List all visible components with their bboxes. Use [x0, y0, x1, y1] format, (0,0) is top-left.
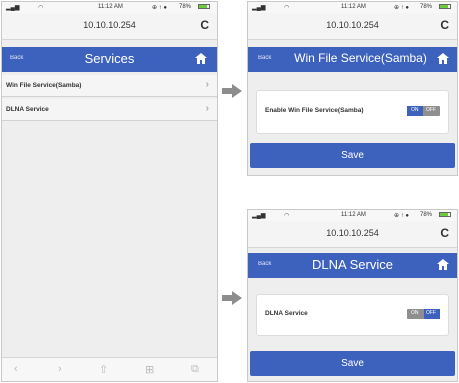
list-item-dlna[interactable]: DLNA Service ›: [2, 99, 217, 121]
services-phone: ▂▄▆ ◠ 11:12 AM ⊕ ↑ ● 78% 10.10.10.254 C …: [1, 1, 218, 382]
nav-bar: Back Win File Service(Samba): [248, 47, 457, 72]
status-time: 11:12 AM: [341, 212, 366, 218]
save-button[interactable]: Save: [250, 351, 455, 376]
chevron-right-icon: ›: [205, 103, 209, 114]
samba-toggle[interactable]: ON OFF: [407, 106, 440, 116]
share-icon[interactable]: ⇧: [99, 363, 108, 376]
battery-icon: [198, 4, 210, 9]
reload-icon[interactable]: C: [440, 226, 449, 240]
wifi-icon: ◠: [284, 213, 290, 219]
signal-icon: ▂▄▆: [252, 5, 266, 11]
toggle-on-segment: ON: [407, 309, 423, 319]
tabs-icon[interactable]: ⧉: [191, 363, 199, 376]
setting-card: Enable Win File Service(Samba) ON OFF: [256, 90, 449, 134]
battery-percent: 78%: [179, 4, 192, 10]
browser-toolbar: ‹ › ⇧ ⊞ ⧉: [2, 357, 217, 381]
url-text[interactable]: 10.10.10.254: [248, 228, 457, 238]
toggle-on-segment: ON: [407, 106, 423, 116]
signal-icon: ▂▄▆: [6, 5, 20, 11]
samba-phone: ▂▄▆ ◠ 11:12 AM ⊕ ↑ ● 78% 10.10.10.254 C …: [247, 1, 458, 176]
status-bar: ▂▄▆ ◠ 11:12 AM ⊕ ↑ ● 78%: [2, 2, 217, 13]
list-item-label: DLNA Service: [6, 106, 49, 113]
toggle-off-segment: OFF: [424, 106, 440, 116]
address-bar[interactable]: 10.10.10.254 C: [248, 13, 457, 40]
address-bar[interactable]: 10.10.10.254 C: [248, 221, 457, 248]
battery-icon: [439, 4, 451, 9]
toggle-off-label: OFF: [426, 310, 436, 316]
status-bar: ▂▄▆ ◠ 11:12 AM ⊕ ↑ ● 78%: [248, 210, 457, 221]
status-time: 11:12 AM: [341, 4, 366, 10]
status-bar: ▂▄▆ ◠ 11:12 AM ⊕ ↑ ● 78%: [248, 2, 457, 13]
reload-icon[interactable]: C: [440, 18, 449, 32]
list-item-samba[interactable]: Win File Service(Samba) ›: [2, 75, 217, 97]
setting-label: Enable Win File Service(Samba): [265, 107, 364, 114]
battery-percent: 78%: [420, 4, 433, 10]
signal-icon: ▂▄▆: [252, 213, 266, 219]
home-icon[interactable]: [437, 53, 449, 64]
arrow-right-icon: [222, 84, 242, 98]
setting-card: DLNA Service ON OFF: [256, 294, 449, 336]
url-text[interactable]: 10.10.10.254: [248, 20, 457, 30]
status-time: 11:12 AM: [98, 4, 123, 10]
page-title: DLNA Service: [312, 257, 393, 272]
toggle-on-label: ON: [411, 310, 419, 316]
page-title: Win File Service(Samba): [294, 51, 427, 65]
back-icon[interactable]: ‹: [14, 363, 18, 375]
nav-bar: Back Services: [2, 47, 217, 72]
dlna-phone: ▂▄▆ ◠ 11:12 AM ⊕ ↑ ● 78% 10.10.10.254 C …: [247, 209, 458, 382]
forward-icon[interactable]: ›: [58, 363, 62, 375]
battery-percent: 78%: [420, 212, 433, 218]
toggle-off-segment: OFF: [424, 309, 440, 319]
arrow-right-icon: [222, 291, 242, 305]
reload-icon[interactable]: C: [200, 18, 209, 32]
status-icons: ⊕ ↑ ●: [394, 213, 409, 219]
address-bar[interactable]: 10.10.10.254 C: [2, 13, 217, 40]
nav-bar: Back DLNA Service: [248, 253, 457, 278]
wifi-icon: ◠: [284, 5, 290, 11]
toggle-on-label: ON: [411, 107, 419, 113]
page-title: Services: [84, 51, 135, 66]
status-icons: ⊕ ↑ ●: [394, 5, 409, 11]
dlna-toggle[interactable]: ON OFF: [407, 309, 440, 319]
chevron-right-icon: ›: [205, 79, 209, 90]
bookmarks-icon[interactable]: ⊞: [145, 363, 154, 376]
toggle-off-label: OFF: [426, 107, 436, 113]
home-icon[interactable]: [437, 259, 449, 270]
home-icon[interactable]: [195, 53, 207, 64]
save-button[interactable]: Save: [250, 143, 455, 168]
url-text[interactable]: 10.10.10.254: [2, 20, 217, 30]
list-item-label: Win File Service(Samba): [6, 82, 82, 89]
setting-label: DLNA Service: [265, 310, 308, 317]
battery-icon: [439, 212, 451, 217]
status-icons: ⊕ ↑ ●: [152, 5, 167, 11]
wifi-icon: ◠: [38, 5, 44, 11]
